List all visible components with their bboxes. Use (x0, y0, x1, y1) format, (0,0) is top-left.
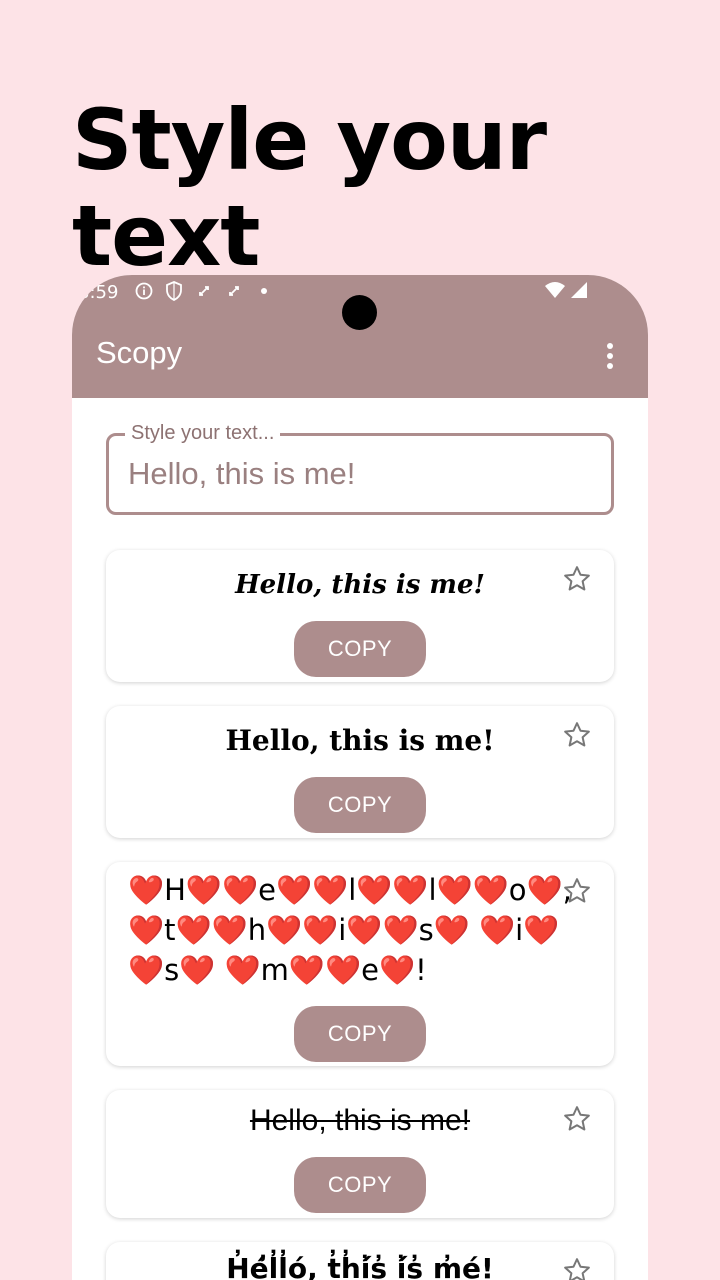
copy-button[interactable]: COPY (294, 1006, 426, 1062)
text-input-label: Style your text... (125, 422, 281, 445)
promo-headline: Style your text (72, 91, 547, 285)
sync-icon (224, 281, 244, 301)
wifi-icon (544, 281, 566, 304)
notification-dot-icon (254, 281, 274, 301)
copy-button[interactable]: COPY (294, 777, 426, 833)
camera-cutout (342, 295, 377, 330)
style-card: H̓é̓l̓l̓ó, t̓h̓í̓s̓ í̓s̓ m̓é! (106, 1242, 614, 1280)
phone-frame: 8:59 Scopy Style your text... Hello, thi… (72, 275, 648, 1280)
styled-text: Hello, this is me! (225, 724, 495, 757)
signal-icon (570, 281, 588, 304)
styled-text: Hello, this is me! (249, 1104, 471, 1137)
status-time: 8:59 (78, 282, 119, 303)
text-input-field[interactable]: Style your text... (106, 422, 614, 515)
style-card: Hello, this is me! COPY (106, 550, 614, 682)
copy-button[interactable]: COPY (294, 621, 426, 677)
sync-icon (194, 281, 214, 301)
style-card: ❤️H❤️❤️e❤️❤️l❤️❤️l❤️❤️o❤️, ❤️t❤️❤️h❤️❤️i… (106, 862, 614, 1066)
favorite-star-icon[interactable] (562, 720, 592, 750)
favorite-star-icon[interactable] (562, 1256, 592, 1280)
style-card: Hello, this is me! COPY (106, 706, 614, 838)
favorite-star-icon[interactable] (562, 564, 592, 594)
favorite-star-icon[interactable] (562, 876, 592, 906)
favorite-star-icon[interactable] (562, 1104, 592, 1134)
styled-text: ❤️H❤️❤️e❤️❤️l❤️❤️l❤️❤️o❤️, ❤️t❤️❤️h❤️❤️i… (128, 873, 572, 987)
app-bar: 8:59 Scopy (72, 275, 648, 398)
shield-icon (164, 281, 184, 301)
app-title: Scopy (96, 335, 183, 370)
info-icon (134, 281, 154, 301)
styled-text: H̓é̓l̓l̓ó, t̓h̓í̓s̓ í̓s̓ m̓é! (226, 1252, 494, 1280)
styled-text: Hello, this is me! (235, 570, 485, 600)
overflow-menu-button[interactable] (600, 341, 620, 371)
copy-button[interactable]: COPY (294, 1157, 426, 1213)
text-input[interactable] (128, 456, 588, 492)
style-card: Hello, this is me! COPY (106, 1090, 614, 1218)
